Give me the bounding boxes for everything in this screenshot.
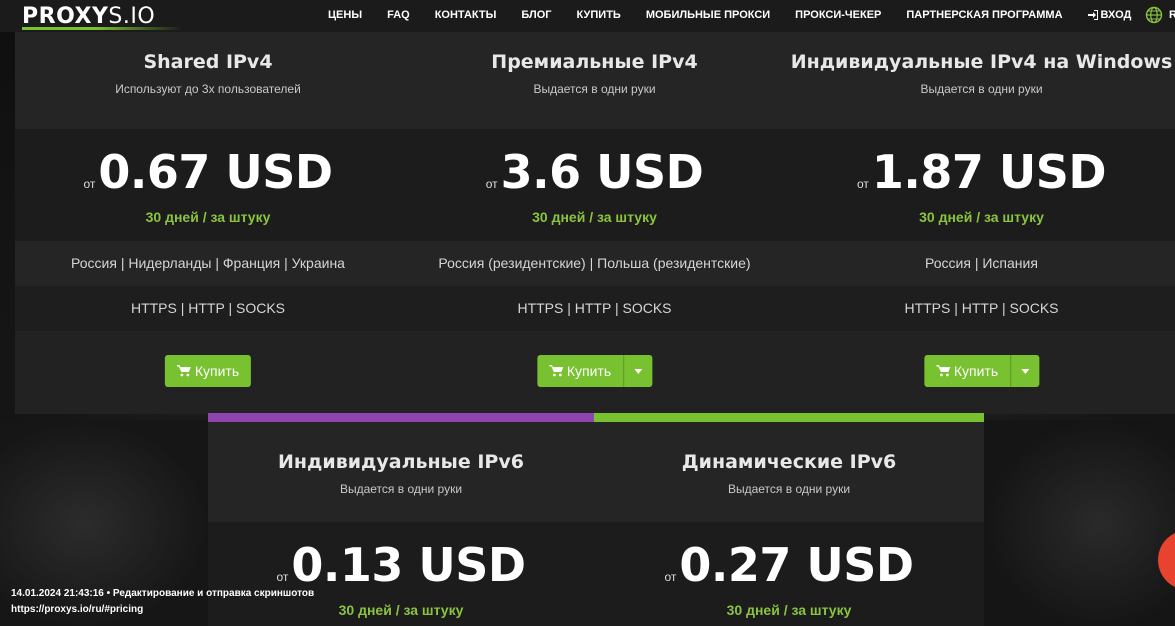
card-title: Премиальные IPv4 (491, 51, 698, 73)
card-subtitle: Используют до 3х пользователей (115, 82, 301, 96)
buy-button-group: Купить (923, 355, 1040, 387)
nav-item-blog[interactable]: БЛОГ (521, 9, 551, 21)
price-period: 30 дней / за штуку (145, 209, 271, 225)
nav-item-faq[interactable]: FAQ (387, 9, 410, 21)
card-price-block: от 3.6 USD 30 дней / за штуку (401, 129, 788, 241)
card-protocols: HTTPS | HTTP | SOCKS (15, 286, 401, 331)
pricing-page: PROXYS.IO ЦЕНЫ FAQ КОНТАКТЫ БЛОГ КУПИТЬ … (0, 0, 1175, 626)
screenshot-timestamp: 14.01.2024 21:43:16 • Редактирование и о… (11, 588, 315, 599)
pricing-card-premium-ipv4: Премиальные IPv4 Выдается в одни руки от… (401, 32, 788, 414)
card-price-block: от 0.27 USD 30 дней / за штуку (594, 522, 984, 626)
card-footer: Купить (15, 331, 401, 414)
caret-down-icon (634, 368, 643, 374)
card-protocols: HTTPS | HTTP | SOCKS (401, 286, 788, 331)
main-nav: ЦЕНЫ FAQ КОНТАКТЫ БЛОГ КУПИТЬ МОБИЛЬНЫЕ … (328, 0, 1131, 30)
nav-item-mobile-proxy[interactable]: МОБИЛЬНЫЕ ПРОКСИ (646, 9, 770, 21)
card-accent-bar-green (594, 413, 984, 422)
card-title: Индивидуальные IPv6 (278, 451, 524, 473)
nav-item-contacts[interactable]: КОНТАКТЫ (435, 9, 497, 21)
cart-icon (176, 365, 191, 377)
card-price-block: от 0.67 USD 30 дней / за штуку (15, 129, 401, 241)
logo-text-thin: S.IO (108, 4, 156, 29)
card-header: Динамические IPv6 Выдается в одни руки (594, 422, 984, 522)
card-subtitle: Выдается в одни руки (533, 82, 656, 96)
cart-icon (935, 365, 950, 377)
buy-button[interactable]: Купить (536, 355, 624, 387)
card-footer: Купить (788, 331, 1175, 414)
price-from-label: от (485, 177, 498, 191)
logo-text-bold: PROXY (22, 4, 109, 29)
nav-item-partner-program[interactable]: ПАРТНЕРСКАЯ ПРОГРАММА (906, 9, 1062, 21)
card-footer: Купить (401, 331, 788, 414)
buy-button[interactable]: Купить (923, 355, 1011, 387)
card-subtitle: Выдается в одни руки (920, 82, 1043, 96)
nav-item-login[interactable]: ВХОД (1087, 9, 1132, 21)
card-header: Shared IPv4 Используют до 3х пользовател… (15, 32, 401, 129)
globe-icon (1145, 6, 1163, 24)
login-icon (1087, 10, 1098, 20)
card-accent-bar-purple (208, 413, 594, 422)
card-subtitle: Выдается в одни руки (727, 482, 851, 496)
pricing-card-windows-ipv4: Индивидуальные IPv4 на Windows Выдается … (788, 32, 1175, 414)
card-countries: Россия | Нидерланды | Франция | Украина (15, 241, 401, 286)
nav-item-prices[interactable]: ЦЕНЫ (328, 9, 362, 21)
buy-button-group: Купить (536, 355, 653, 387)
language-label: RU (1169, 9, 1175, 21)
card-header: Индивидуальные IPv4 на Windows Выдается … (788, 32, 1175, 129)
buy-button-group: Купить (164, 355, 252, 387)
login-label: ВХОД (1100, 9, 1132, 21)
buy-options-dropdown[interactable] (623, 355, 653, 387)
price-value: 0.27 USD (679, 538, 914, 592)
card-countries: Россия (резидентские) | Польша (резидент… (401, 241, 788, 286)
price-period: 30 дней / за штуку (919, 209, 1044, 225)
card-subtitle: Выдается в одни руки (339, 482, 463, 496)
price-value: 3.6 USD (500, 145, 704, 199)
price-value: 0.13 USD (291, 538, 526, 592)
card-title: Динамические IPv6 (681, 451, 897, 473)
screenshot-url: https://proxys.io/ru/#pricing (11, 604, 144, 615)
card-title: Индивидуальные IPv4 на Windows (790, 51, 1173, 73)
price-value: 0.67 USD (98, 145, 333, 199)
buy-button-label: Купить (953, 363, 999, 379)
cart-icon (548, 365, 563, 377)
pricing-card-dynamic-ipv6: Динамические IPv6 Выдается в одни руки о… (594, 422, 984, 626)
card-header: Индивидуальные IPv6 Выдается в одни руки (208, 422, 594, 522)
nav-item-proxy-checker[interactable]: ПРОКСИ-ЧЕКЕР (795, 9, 881, 21)
buy-button-label: Купить (566, 363, 612, 379)
card-countries: Россия | Испания (788, 241, 1175, 286)
price-period: 30 дней / за штуку (532, 209, 657, 225)
card-protocols: HTTPS | HTTP | SOCKS (788, 286, 1175, 331)
price-period: 30 дней / за штуку (726, 602, 852, 618)
card-header: Премиальные IPv4 Выдается в одни руки (401, 32, 788, 129)
price-from-label: от (856, 177, 869, 191)
card-price-block: от 1.87 USD 30 дней / за штуку (788, 129, 1175, 241)
buy-options-dropdown[interactable] (1010, 355, 1040, 387)
price-from-label: от (83, 177, 96, 191)
nav-item-buy[interactable]: КУПИТЬ (577, 9, 621, 21)
site-header: PROXYS.IO ЦЕНЫ FAQ КОНТАКТЫ БЛОГ КУПИТЬ … (0, 0, 1175, 32)
price-from-label: от (664, 570, 677, 584)
card-title: Shared IPv4 (143, 51, 273, 73)
screenshot-caption: 14.01.2024 21:43:16 • Редактирование и о… (11, 586, 314, 618)
pricing-card-shared-ipv4: Shared IPv4 Используют до 3х пользовател… (15, 32, 401, 414)
buy-button-label: Купить (194, 363, 240, 379)
logo-underline (22, 27, 182, 30)
site-logo[interactable]: PROXYS.IO (22, 4, 155, 29)
language-switch[interactable]: RU (1145, 6, 1175, 24)
price-value: 1.87 USD (871, 145, 1107, 199)
price-from-label: от (276, 570, 289, 584)
caret-down-icon (1021, 368, 1030, 374)
background-figure-right (984, 420, 1175, 626)
buy-button[interactable]: Купить (164, 355, 252, 387)
